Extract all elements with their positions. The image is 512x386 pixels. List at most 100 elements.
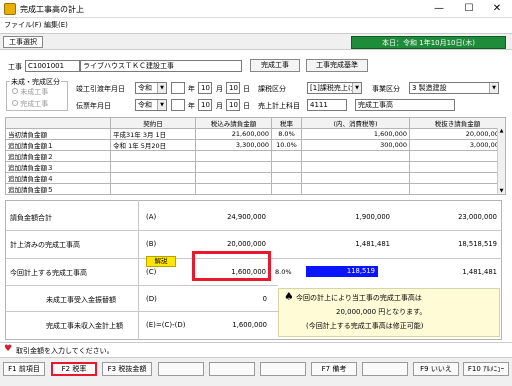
chevron-down-icon: ▼ xyxy=(157,83,166,93)
total-tax-value: 1,900,000 xyxy=(355,213,390,221)
era2-select[interactable]: 令和 ▼ xyxy=(135,99,167,111)
current-excl-value: 1,481,481 xyxy=(462,268,497,276)
amount-excl-cell[interactable] xyxy=(409,161,506,173)
amount-excl-cell[interactable] xyxy=(409,172,506,184)
table-row[interactable]: 追加請負金額１ 令和 1年 5月20日 3,300,000 10.0% 300,… xyxy=(5,139,506,151)
kazei-select[interactable]: [1]課税売上げ ▼ xyxy=(307,82,362,94)
uriage-label: 売上計上科目 xyxy=(258,102,300,110)
current-incl-field[interactable]: 1,600,000 xyxy=(196,268,266,276)
close-icon[interactable]: ✕ xyxy=(482,0,512,18)
kaisetsu-button[interactable]: 解説 xyxy=(146,256,176,267)
spade-icon: ♠ xyxy=(284,290,294,303)
table-row[interactable]: 追加請負金額２ xyxy=(5,150,506,162)
tax-rate-cell[interactable] xyxy=(271,150,302,162)
month-unit: 月 xyxy=(216,85,223,93)
day2-field[interactable]: 10 xyxy=(226,99,240,111)
f4-button[interactable] xyxy=(158,362,204,376)
tax-rate-cell[interactable]: 8.0% xyxy=(271,128,302,140)
table-row[interactable]: 当初請負金額 平成31年 3月 1日 21,600,000 8.0% 1,600… xyxy=(5,128,506,140)
contract-date-cell[interactable] xyxy=(110,172,196,184)
contract-date-cell[interactable] xyxy=(110,150,196,162)
f3-button[interactable]: F3 税抜金額 xyxy=(102,362,152,376)
scroll-down-icon[interactable]: ▼ xyxy=(498,188,505,194)
note-line-2: 20,000,000 円となります。 xyxy=(336,308,427,316)
table-header-row: 契約日 税込み請負金額 税率 (内、消費税等) 税抜き請負金額 xyxy=(5,117,506,129)
era-select[interactable]: 令和 ▼ xyxy=(135,82,167,94)
function-key-bar: F1 前項目 F2 税率 F3 税抜金額 F7 備考 F9 いいえ F10 ｱﾙ… xyxy=(0,357,512,386)
amount-incl-cell[interactable]: 3,300,000 xyxy=(195,139,272,151)
f5-button[interactable] xyxy=(209,362,255,376)
year-field[interactable] xyxy=(171,82,185,94)
table-row[interactable]: 追加請負金額３ xyxy=(5,161,506,173)
tax-cell[interactable] xyxy=(301,172,410,184)
window-title: 完成工事高の計上 xyxy=(20,5,84,14)
year2-field[interactable] xyxy=(171,99,185,111)
amount-incl-cell[interactable] xyxy=(195,172,272,184)
f7-button[interactable]: F7 備考 xyxy=(311,362,357,376)
tax-rate-cell[interactable] xyxy=(271,183,302,195)
day-field[interactable]: 10 xyxy=(226,82,240,94)
done-key: (B) xyxy=(146,240,157,248)
grid-scrollbar[interactable]: ▲ ▼ xyxy=(497,128,505,194)
f10-button[interactable]: F10 ｱﾙﾒﾆｭｰ xyxy=(463,362,509,376)
kanseibi-label: 竣工引渡年月日 xyxy=(76,85,125,93)
menu-file[interactable]: ファイル(F) xyxy=(4,20,42,30)
tax-cell[interactable] xyxy=(301,150,410,162)
amount-incl-cell[interactable] xyxy=(195,183,272,195)
f1-button[interactable]: F1 前項目 xyxy=(3,362,45,376)
amount-incl-cell[interactable] xyxy=(195,161,272,173)
row-label: 追加請負金額５ xyxy=(5,183,111,195)
tax-rate-cell[interactable]: 10.0% xyxy=(271,139,302,151)
row-label: 追加請負金額４ xyxy=(5,172,111,184)
jigyo-select[interactable]: 3 製造建設 ▼ xyxy=(409,82,499,94)
koji-code-field[interactable]: C1001001 xyxy=(25,60,80,72)
f9-button[interactable]: F9 いいえ xyxy=(413,362,459,376)
current-tax-field[interactable]: 118,519 xyxy=(306,266,378,277)
tax-rate-cell[interactable] xyxy=(271,172,302,184)
chevron-down-icon: ▼ xyxy=(489,83,498,93)
total-excl-value: 23,000,000 xyxy=(458,213,497,221)
f8-button[interactable] xyxy=(362,362,408,376)
month-field[interactable]: 10 xyxy=(198,82,212,94)
current-rate-value[interactable]: 8.0% xyxy=(275,268,292,276)
maximize-icon[interactable]: ☐ xyxy=(454,0,484,18)
radio-mikansei[interactable]: 未成工事 xyxy=(12,87,48,97)
contract-date-cell[interactable]: 平成31年 3月 1日 xyxy=(110,128,196,140)
advance-value: 0 xyxy=(262,295,267,303)
koji-name-field[interactable]: ライブハウスＴＫＣ建設工事 xyxy=(80,60,242,72)
table-row[interactable]: 追加請負金額５ xyxy=(5,183,506,195)
uriage-code-field[interactable]: 4111 xyxy=(307,99,347,111)
tab-koji-select[interactable]: 工事選択 xyxy=(3,36,43,48)
contract-date-cell[interactable]: 令和 1年 5月20日 xyxy=(110,139,196,151)
scroll-up-icon[interactable]: ▲ xyxy=(498,128,505,134)
menu-edit[interactable]: 編集(E) xyxy=(44,20,68,30)
current-label: 今回計上する完成工事高 xyxy=(10,269,87,277)
tax-cell[interactable] xyxy=(301,161,410,173)
amount-excl-cell[interactable] xyxy=(409,183,506,195)
minimize-icon[interactable]: — xyxy=(424,0,454,18)
tax-cell[interactable]: 300,000 xyxy=(301,139,410,151)
amount-incl-cell[interactable] xyxy=(195,150,272,162)
amount-excl-cell[interactable]: 20,000,000 xyxy=(409,128,506,140)
kansei-koji-button[interactable]: 完成工事 xyxy=(250,59,300,72)
table-row[interactable]: 追加請負金額４ xyxy=(5,172,506,184)
month2-field[interactable]: 10 xyxy=(198,99,212,111)
contract-date-cell[interactable] xyxy=(110,161,196,173)
f2-button[interactable]: F2 税率 xyxy=(51,362,97,376)
radio-kansei[interactable]: 完成工事 xyxy=(12,99,48,109)
kazei-label: 課税区分 xyxy=(258,85,286,93)
table-header: 税率 xyxy=(271,117,302,129)
kazei-value: [1]課税売上げ xyxy=(310,84,355,92)
f6-button[interactable] xyxy=(260,362,306,376)
tax-rate-cell[interactable] xyxy=(271,161,302,173)
koji-kansei-kijun-button[interactable]: 工事完成基準 xyxy=(306,59,368,72)
kubun-title: 未成・完成区分 xyxy=(10,77,61,87)
table-header: 契約日 xyxy=(110,117,196,129)
amount-excl-cell[interactable]: 3,000,000 xyxy=(409,139,506,151)
amount-excl-cell[interactable] xyxy=(409,150,506,162)
tax-cell[interactable] xyxy=(301,183,410,195)
contract-date-cell[interactable] xyxy=(110,183,196,195)
tax-cell[interactable]: 1,600,000 xyxy=(301,128,410,140)
done-excl-value: 18,518,519 xyxy=(458,240,497,248)
amount-incl-cell[interactable]: 21,600,000 xyxy=(195,128,272,140)
